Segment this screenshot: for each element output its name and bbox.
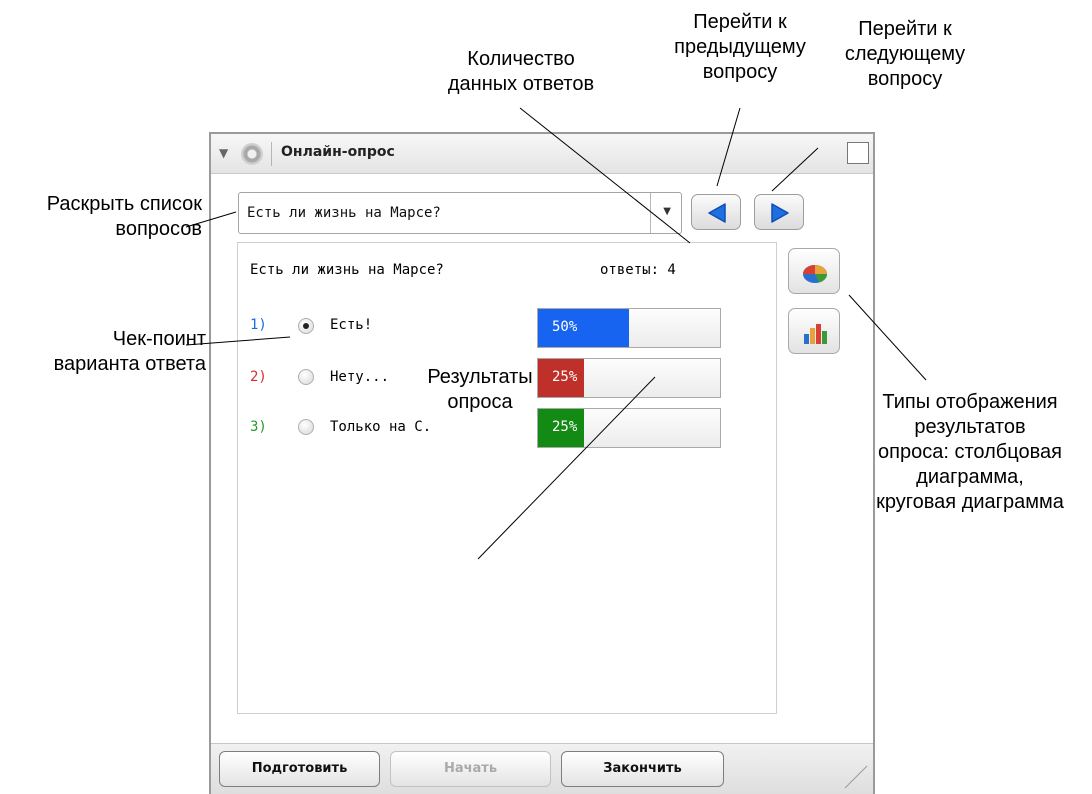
annotation-line: варианта ответа bbox=[53, 353, 206, 375]
annotation-line: диаграмма, bbox=[916, 466, 1024, 488]
annotation-line: Раскрыть список bbox=[46, 193, 202, 215]
annotation-line: опроса: столбцовая bbox=[878, 441, 1062, 463]
annotation-line: следующему bbox=[844, 43, 966, 65]
annotation-line: Типы отображения bbox=[882, 391, 1058, 413]
annotation-prev-question: Перейти к предыдущему вопросу bbox=[655, 10, 825, 85]
annotation-expand-list: Раскрыть список вопросов bbox=[2, 192, 202, 242]
annotation-line: Количество bbox=[467, 48, 575, 70]
annotation-line: результатов bbox=[914, 416, 1026, 438]
annotation-line: опроса bbox=[447, 391, 513, 413]
annotation-line: данных ответов bbox=[447, 73, 595, 95]
annotation-line: Результаты bbox=[427, 366, 533, 388]
annotation-line: Чек-поинт bbox=[112, 328, 206, 350]
annotation-line: Перейти к bbox=[693, 11, 787, 33]
annotation-line: круговая диаграмма bbox=[876, 491, 1064, 513]
annotation-display-types: Типы отображения результатов опроса: сто… bbox=[850, 390, 1090, 515]
annotation-checkpoint: Чек-поинт варианта ответа bbox=[2, 327, 206, 377]
annotation-results: Результаты опроса bbox=[395, 365, 565, 415]
annotation-next-question: Перейти к следующему вопросу bbox=[820, 17, 990, 92]
annotation-line: вопросу bbox=[867, 68, 943, 90]
annotation-line: Перейти к bbox=[858, 18, 952, 40]
annotation-line: вопросов bbox=[115, 218, 202, 240]
annotation-line: вопросу bbox=[702, 61, 778, 83]
annotation-line: предыдущему bbox=[674, 36, 806, 58]
annotation-answers-count: Количество данных ответов bbox=[411, 47, 631, 97]
